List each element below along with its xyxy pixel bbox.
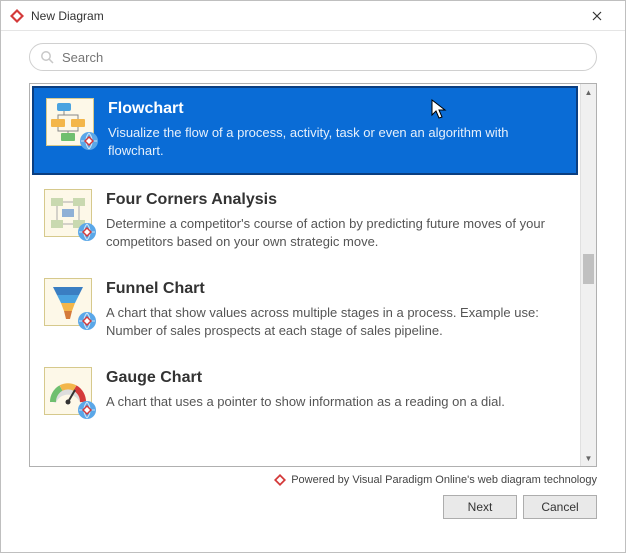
title-bar: New Diagram: [1, 1, 625, 31]
app-icon: [9, 8, 25, 24]
next-button[interactable]: Next: [443, 495, 517, 519]
search-field[interactable]: [29, 43, 597, 71]
item-title: Funnel Chart: [106, 280, 566, 298]
diagram-item-flowchart[interactable]: Flowchart Visualize the flow of a proces…: [32, 86, 578, 175]
item-title: Four Corners Analysis: [106, 191, 566, 209]
vp-logo-icon: [273, 473, 287, 487]
diagram-item-funnel-chart[interactable]: Funnel Chart A chart that show values ac…: [30, 266, 580, 355]
diagram-item-gauge-chart[interactable]: Gauge Chart A chart that uses a pointer …: [30, 355, 580, 431]
item-description: A chart that show values across multiple…: [106, 304, 566, 339]
vp-badge-icon: [77, 222, 97, 242]
thumbnail-four-corners: [44, 189, 92, 237]
vp-badge-icon: [77, 400, 97, 420]
powered-by-line: Powered by Visual Paradigm Online's web …: [1, 467, 625, 491]
diagram-list: Flowchart Visualize the flow of a proces…: [29, 83, 597, 467]
search-icon: [40, 50, 54, 64]
item-description: Determine a competitor's course of actio…: [106, 215, 566, 250]
diagram-list-inner: Flowchart Visualize the flow of a proces…: [30, 84, 580, 466]
search-input[interactable]: [60, 49, 586, 66]
item-description: Visualize the flow of a process, activit…: [108, 124, 564, 159]
diagram-item-four-corners[interactable]: Four Corners Analysis Determine a compet…: [30, 177, 580, 266]
window-title: New Diagram: [31, 9, 577, 23]
search-area: [1, 31, 625, 79]
thumbnail-flowchart: [46, 98, 94, 146]
thumbnail-funnel: [44, 278, 92, 326]
vp-badge-icon: [77, 311, 97, 331]
cancel-button[interactable]: Cancel: [523, 495, 597, 519]
scroll-down-arrow-icon[interactable]: ▼: [581, 450, 596, 466]
item-title: Flowchart: [108, 100, 564, 118]
item-description: A chart that uses a pointer to show info…: [106, 393, 566, 411]
scrollbar-thumb[interactable]: [583, 254, 594, 284]
item-title: Gauge Chart: [106, 369, 566, 387]
scroll-up-arrow-icon[interactable]: ▲: [581, 84, 596, 100]
close-button[interactable]: [577, 1, 617, 31]
powered-by-text: Powered by Visual Paradigm Online's web …: [291, 474, 597, 486]
vp-badge-icon: [79, 131, 99, 151]
vertical-scrollbar[interactable]: ▲ ▼: [580, 84, 596, 466]
thumbnail-gauge: [44, 367, 92, 415]
button-bar: Next Cancel: [1, 491, 625, 519]
